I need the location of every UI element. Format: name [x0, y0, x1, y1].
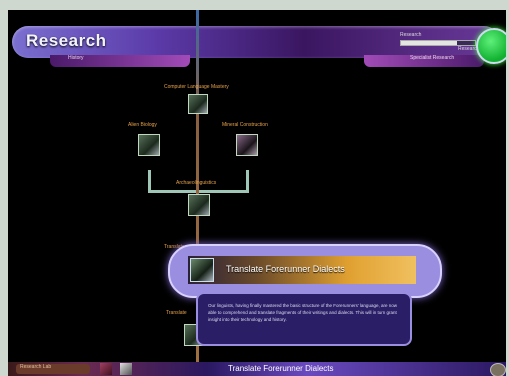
unit-portrait-icon[interactable]: [100, 363, 112, 375]
branch-left-vertical: [148, 170, 151, 192]
bottom-status-bar: Research Lab Translate Forerunner Dialec…: [8, 362, 506, 376]
alien-tech-icon: [190, 258, 214, 282]
branch-left-horizontal: [148, 190, 196, 193]
unit-portrait-icon-2[interactable]: [120, 363, 132, 375]
node-label-computer-language: Computer Language Mastery: [164, 84, 229, 90]
research-description-panel: Our linguists, having finally mastered t…: [196, 292, 412, 346]
specialist-research-label: Specialist Research: [410, 55, 455, 61]
specialist-research-tab[interactable]: Specialist Research: [364, 55, 484, 67]
research-progress-fill: [401, 41, 457, 45]
branch-right-horizontal: [199, 190, 249, 193]
bottom-right-knob-icon[interactable]: [490, 363, 506, 376]
page-title: Research: [26, 31, 107, 50]
selected-research-bar: Translate Forerunner Dialects: [188, 256, 416, 284]
history-tab[interactable]: History: [50, 55, 190, 67]
bottom-left-tab[interactable]: Research Lab: [16, 364, 90, 374]
tech-node-mineral-construction[interactable]: [236, 134, 258, 156]
bottom-center-title: Translate Forerunner Dialects: [228, 364, 334, 373]
progress-label: Research: [400, 32, 422, 38]
node-label-translate-lower: Translate: [166, 310, 187, 316]
node-label-archaeolinguistics: Archaeolinguistics: [176, 180, 217, 186]
selected-research-title: Translate Forerunner Dialects: [226, 264, 345, 274]
status-orb-icon[interactable]: [476, 28, 506, 64]
node-label-mineral-construction: Mineral Construction: [222, 122, 268, 128]
branch-right-vertical: [246, 170, 249, 192]
research-description: Our linguists, having finally mastered t…: [208, 303, 397, 322]
game-screen: Research History Specialist Research Res…: [8, 10, 506, 376]
tech-node-computer-language[interactable]: [188, 94, 208, 114]
tech-node-alien-biology[interactable]: [138, 134, 160, 156]
selected-research-banner[interactable]: Translate Forerunner Dialects: [168, 244, 442, 298]
node-label-alien-biology: Alien Biology: [128, 122, 157, 128]
tech-node-archaeolinguistics[interactable]: [188, 194, 210, 216]
history-tab-label: History: [68, 55, 84, 61]
